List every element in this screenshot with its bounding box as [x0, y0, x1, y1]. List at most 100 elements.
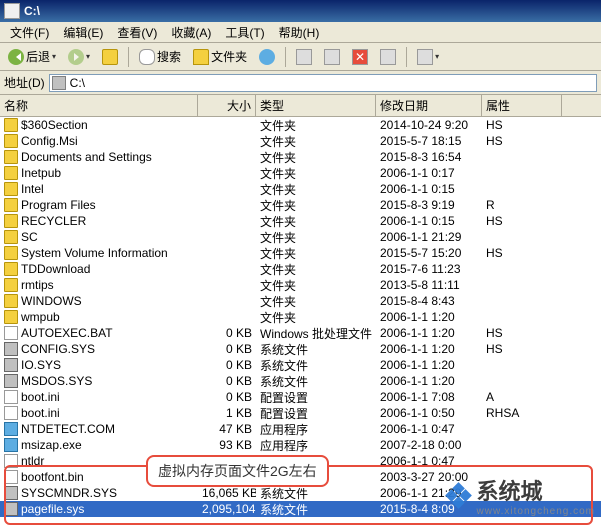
menu-tools[interactable]: 工具(T) [219, 22, 270, 43]
file-row[interactable]: ntldr300 KB文件2006-1-1 0:47 [0, 453, 601, 469]
file-row[interactable]: wmpub文件夹2006-1-1 1:20 [0, 309, 601, 325]
file-list[interactable]: 名称 大小 类型 修改日期 属性 $360Section文件夹2014-10-2… [0, 95, 601, 531]
col-size[interactable]: 大小 [198, 95, 256, 116]
file-row[interactable]: boot.ini1 KB配置设置2006-1-1 0:50RHSA [0, 405, 601, 421]
move-to-icon [296, 49, 312, 65]
file-date: 2006-1-1 0:47 [376, 422, 482, 436]
folders-button[interactable]: 文件夹 [189, 46, 251, 67]
chevron-down-icon[interactable]: ▾ [435, 52, 439, 61]
file-row[interactable]: Program Files文件夹2015-8-3 9:19R [0, 197, 601, 213]
file-row[interactable]: Config.Msi文件夹2015-5-7 18:15HS [0, 133, 601, 149]
file-row[interactable]: AUTOEXEC.BAT0 KBWindows 批处理文件2006-1-1 1:… [0, 325, 601, 341]
delete-button[interactable]: ✕ [348, 47, 372, 67]
views-button[interactable]: ▾ [413, 47, 443, 67]
file-icon [4, 454, 18, 468]
history-icon [259, 49, 275, 65]
file-row[interactable]: MSDOS.SYS0 KB系统文件2006-1-1 1:20 [0, 373, 601, 389]
file-row[interactable]: $360Section文件夹2014-10-24 9:20HS [0, 117, 601, 133]
col-type[interactable]: 类型 [256, 95, 376, 116]
col-attr[interactable]: 属性 [482, 95, 562, 116]
file-type: 配置设置 [256, 405, 376, 422]
col-name[interactable]: 名称 [0, 95, 198, 116]
separator [285, 47, 286, 67]
back-button[interactable]: 后退 ▾ [4, 46, 60, 67]
file-icon [4, 182, 18, 196]
file-row[interactable]: rmtips 文件夹2013-5-8 11:11 [0, 277, 601, 293]
menu-view[interactable]: 查看(V) [111, 22, 163, 43]
file-row[interactable]: NTDETECT.COM47 KB应用程序2006-1-1 0:47 [0, 421, 601, 437]
file-icon [4, 294, 18, 308]
move-button[interactable] [292, 47, 316, 67]
search-button[interactable]: 搜索 [135, 46, 185, 67]
file-row[interactable]: System Volume Information文件夹2015-5-7 15:… [0, 245, 601, 261]
file-attr: RHSA [482, 406, 562, 420]
copy-to-icon [324, 49, 340, 65]
file-date: 2006-1-1 7:08 [376, 390, 482, 404]
address-bar: 地址(D) C:\ [0, 71, 601, 95]
menu-help[interactable]: 帮助(H) [273, 22, 326, 43]
file-row[interactable]: TDDownload文件夹2015-7-6 11:23 [0, 261, 601, 277]
copy-button[interactable] [320, 47, 344, 67]
file-size: 0 KB [198, 326, 256, 340]
up-button[interactable] [98, 47, 122, 67]
file-type: 文件夹 [256, 261, 376, 278]
file-attr: HS [482, 118, 562, 132]
file-date: 2013-5-8 11:11 [376, 278, 482, 292]
menu-favorites[interactable]: 收藏(A) [165, 22, 217, 43]
file-size: 47 KB [198, 422, 256, 436]
file-type: 系统文件 [256, 341, 376, 358]
file-type: 文件夹 [256, 277, 376, 294]
file-row[interactable]: WINDOWS文件夹2015-8-4 8:43 [0, 293, 601, 309]
file-icon [4, 486, 18, 500]
file-attr: HS [482, 214, 562, 228]
file-row[interactable]: Intel文件夹2006-1-1 0:15 [0, 181, 601, 197]
forward-icon [68, 49, 84, 65]
forward-button[interactable]: ▾ [64, 47, 94, 67]
history-button[interactable] [255, 47, 279, 67]
drive-icon [52, 76, 66, 90]
file-icon [4, 358, 18, 372]
toolbar: 后退 ▾ ▾ 搜索 文件夹 ✕ ▾ [0, 43, 601, 71]
file-date: 2006-1-1 0:17 [376, 166, 482, 180]
file-icon [4, 246, 18, 260]
address-field[interactable]: C:\ [49, 74, 597, 92]
col-date[interactable]: 修改日期 [376, 95, 482, 116]
file-type: 文件夹 [256, 133, 376, 150]
file-name: msizap.exe [21, 438, 82, 452]
file-date: 2015-8-4 8:43 [376, 294, 482, 308]
file-row[interactable]: RECYCLER文件夹2006-1-1 0:15HS [0, 213, 601, 229]
file-type: 文件夹 [256, 213, 376, 230]
title-bar: C:\ [0, 0, 601, 22]
file-icon [4, 262, 18, 276]
menu-bar: 文件(F) 编辑(E) 查看(V) 收藏(A) 工具(T) 帮助(H) [0, 22, 601, 43]
separator [128, 47, 129, 67]
file-name: rmtips [21, 278, 54, 292]
chevron-down-icon[interactable]: ▾ [86, 52, 90, 61]
file-name: boot.ini [21, 406, 60, 420]
file-name: Config.Msi [21, 134, 78, 148]
file-date: 2006-1-1 0:47 [376, 454, 482, 468]
separator [406, 47, 407, 67]
file-row[interactable]: IO.SYS0 KB系统文件2006-1-1 1:20 [0, 357, 601, 373]
back-icon [8, 49, 24, 65]
file-size: 0 KB [198, 358, 256, 372]
file-row[interactable]: boot.ini0 KB配置设置2006-1-1 7:08A [0, 389, 601, 405]
undo-icon [380, 49, 396, 65]
file-name: AUTOEXEC.BAT [21, 326, 113, 340]
address-label: 地址(D) [4, 74, 45, 91]
file-date: 2006-1-1 0:50 [376, 406, 482, 420]
file-date: 2015-8-3 16:54 [376, 150, 482, 164]
file-date: 2006-1-1 1:20 [376, 326, 482, 340]
file-row[interactable]: CONFIG.SYS0 KB系统文件2006-1-1 1:20HS [0, 341, 601, 357]
file-size: 0 KB [198, 342, 256, 356]
file-row[interactable]: Documents and Settings文件夹2015-8-3 16:54 [0, 149, 601, 165]
undo-button[interactable] [376, 47, 400, 67]
chevron-down-icon[interactable]: ▾ [52, 52, 56, 61]
menu-file[interactable]: 文件(F) [4, 22, 55, 43]
column-headers: 名称 大小 类型 修改日期 属性 [0, 95, 601, 117]
file-row[interactable]: msizap.exe93 KB应用程序2007-2-18 0:00 [0, 437, 601, 453]
file-row[interactable]: SC文件夹2006-1-1 21:29 [0, 229, 601, 245]
file-type: 系统文件 [256, 501, 376, 518]
file-row[interactable]: Inetpub文件夹2006-1-1 0:17 [0, 165, 601, 181]
menu-edit[interactable]: 编辑(E) [57, 22, 109, 43]
